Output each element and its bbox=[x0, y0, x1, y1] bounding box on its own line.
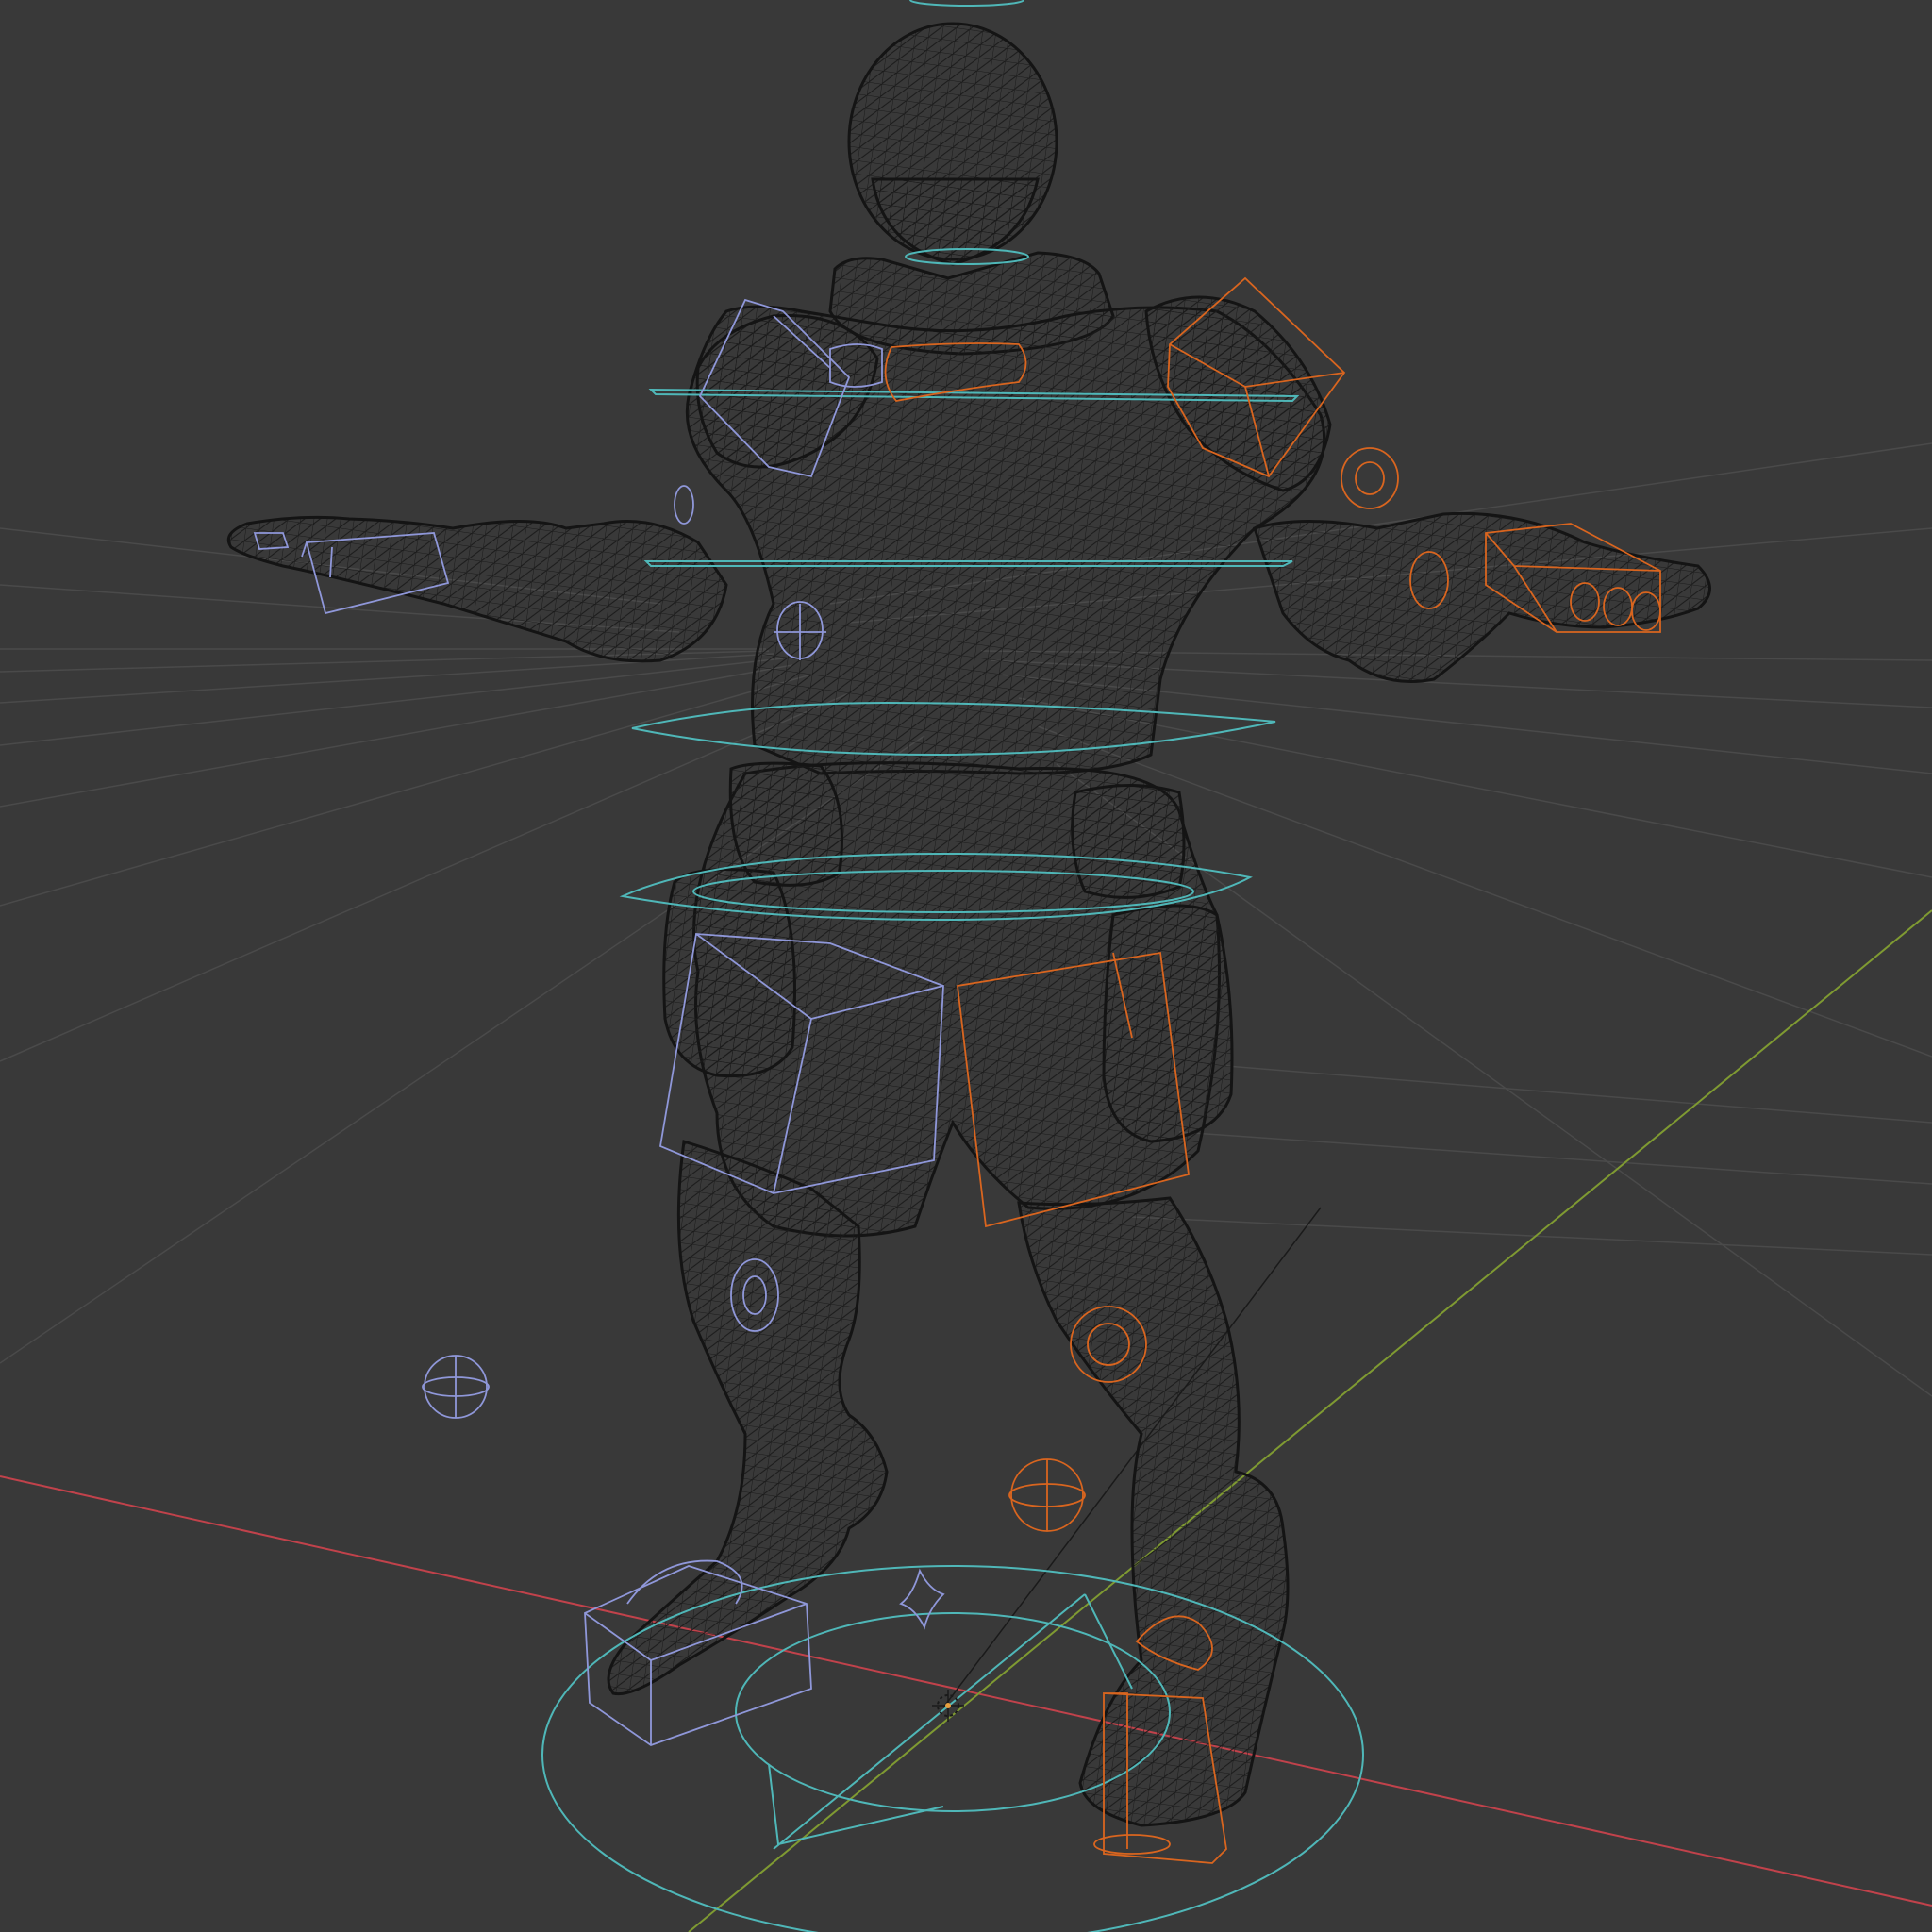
viewport-canvas[interactable] bbox=[0, 0, 1932, 1932]
3d-viewport[interactable] bbox=[0, 0, 1932, 1932]
